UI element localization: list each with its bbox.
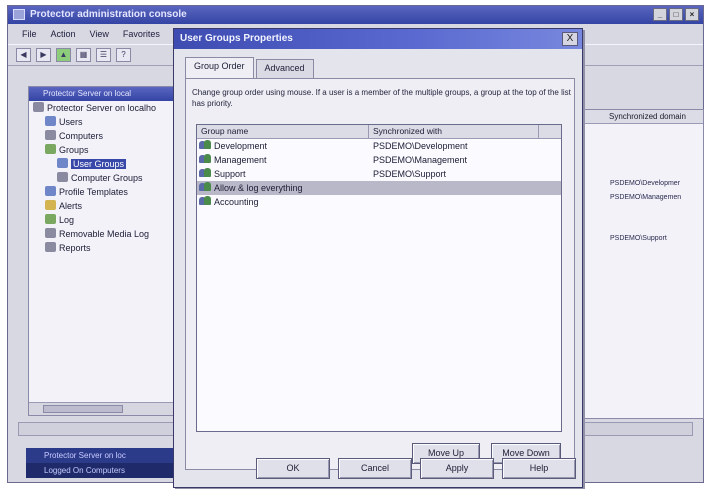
tree-item-log[interactable]: Log: [29, 213, 185, 227]
tree-header: Protector Server on local: [29, 87, 185, 101]
mmc-title: Protector administration console: [30, 9, 187, 20]
tab-group-order[interactable]: Group Order: [185, 57, 254, 78]
group-icon: [199, 196, 212, 206]
close-window-button[interactable]: ×: [685, 8, 699, 21]
tree-item-computer-groups[interactable]: Computer Groups: [29, 171, 185, 185]
tree-item-reports[interactable]: Reports: [29, 241, 185, 255]
maximize-button[interactable]: □: [669, 8, 683, 21]
tree-item-users[interactable]: Users: [29, 115, 185, 129]
group-icon: [199, 140, 212, 150]
help-button[interactable]: Help: [502, 458, 576, 479]
up-folder-icon[interactable]: ▲: [56, 48, 71, 62]
tab-strip: Group Order Advanced: [185, 57, 316, 78]
synchronized-with: [369, 195, 539, 209]
tree-item-server[interactable]: Protector Server on localho: [29, 101, 185, 115]
server-icon: [33, 102, 44, 112]
profile-templates-icon: [45, 186, 56, 196]
details-cell: PSDEMO\Managemen: [610, 194, 682, 201]
synchronized-with: [369, 181, 539, 195]
bottom-panel-title: Protector Server on loc: [44, 451, 126, 460]
group-name: Accounting: [214, 197, 259, 207]
tab-advanced[interactable]: Advanced: [255, 59, 314, 78]
show-tree-icon[interactable]: ▦: [76, 48, 91, 62]
list-item[interactable]: Management PSDEMO\Management: [197, 153, 561, 167]
users-icon: [45, 116, 56, 126]
log-icon: [45, 214, 56, 224]
tree-item-groups[interactable]: Groups: [29, 143, 185, 157]
computer-groups-icon: [57, 172, 68, 182]
computers-icon: [45, 130, 56, 140]
tree-item-user-groups[interactable]: User Groups: [29, 157, 185, 171]
column-header-empty: [539, 125, 561, 138]
app-icon: [13, 9, 25, 20]
apply-button[interactable]: Apply: [420, 458, 494, 479]
tree-item-profile-templates[interactable]: Profile Templates: [29, 185, 185, 199]
menu-action[interactable]: Action: [51, 29, 76, 43]
minimize-button[interactable]: _: [653, 8, 667, 21]
group-order-list[interactable]: Group name Synchronized with Development…: [196, 124, 562, 432]
screen-photo: Protector administration console _ □ × F…: [0, 0, 710, 489]
group-name: Development: [214, 141, 268, 151]
mmc-title-bar: Protector administration console _ □ ×: [8, 6, 703, 24]
cancel-button[interactable]: Cancel: [338, 458, 412, 479]
tab-page-group-order: Change group order using mouse. If a use…: [185, 78, 575, 470]
details-cell: PSDEMO\Developmer: [610, 180, 681, 187]
list-item[interactable]: Accounting: [197, 195, 561, 209]
close-icon[interactable]: X: [562, 32, 578, 46]
synchronized-with: PSDEMO\Management: [373, 155, 468, 165]
tree-item-computers[interactable]: Computers: [29, 129, 185, 143]
back-icon[interactable]: ◀: [16, 48, 31, 62]
ok-button[interactable]: OK: [256, 458, 330, 479]
group-name: Support: [214, 169, 246, 179]
synchronized-with: PSDEMO\Development: [373, 141, 468, 151]
tree-item-removable-media-log[interactable]: Removable Media Log: [29, 227, 185, 241]
scrollbar-thumb[interactable]: [43, 405, 123, 413]
console-tree[interactable]: Protector Server on local Protector Serv…: [28, 86, 186, 416]
details-pane: Synchronized domain PSDEMO\Developmer PS…: [582, 109, 704, 419]
group-icon: [199, 154, 212, 164]
reports-icon: [45, 242, 56, 252]
alerts-icon: [45, 200, 56, 210]
dialog-title: User Groups Properties: [174, 29, 582, 49]
group-order-description: Change group order using mouse. If a use…: [192, 88, 571, 108]
menu-view[interactable]: View: [90, 29, 109, 43]
group-icon: [199, 168, 212, 178]
help-icon[interactable]: ?: [116, 48, 131, 62]
forward-icon[interactable]: ▶: [36, 48, 51, 62]
group-name: Allow & log everything: [214, 183, 303, 193]
media-log-icon: [45, 228, 56, 238]
user-groups-icon: [57, 158, 68, 168]
tree-item-alerts[interactable]: Alerts: [29, 199, 185, 213]
details-cell: PSDEMO\Support: [610, 235, 667, 242]
user-groups-properties-dialog: User Groups Properties X Group Order Adv…: [173, 28, 583, 488]
list-header: Group name Synchronized with: [197, 125, 561, 139]
column-header-synchronized-with[interactable]: Synchronized with: [369, 125, 539, 138]
list-item[interactable]: Development PSDEMO\Development: [197, 139, 561, 153]
bottom-panel: Protector Server on loc Logged On Comput…: [26, 448, 180, 478]
list-item[interactable]: Support PSDEMO\Support: [197, 167, 561, 181]
group-icon: [199, 182, 212, 192]
list-item-highlighted[interactable]: Allow & log everything: [197, 181, 561, 195]
menu-file[interactable]: File: [22, 29, 37, 43]
tree-horizontal-scrollbar[interactable]: [29, 402, 185, 415]
menu-favorites[interactable]: Favorites: [123, 29, 160, 43]
groups-icon: [45, 144, 56, 154]
properties-icon[interactable]: ☰: [96, 48, 111, 62]
column-header-synchronized-domain[interactable]: Synchronized domain: [583, 110, 703, 124]
bottom-panel-item[interactable]: Logged On Computers: [26, 463, 180, 478]
column-header-group-name[interactable]: Group name: [197, 125, 369, 138]
group-name: Management: [214, 155, 267, 165]
synchronized-with: PSDEMO\Support: [373, 169, 447, 179]
